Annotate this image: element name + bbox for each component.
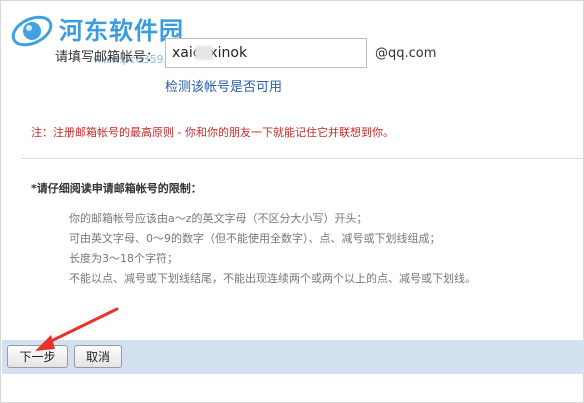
account-row: 请填写邮箱帐号： @qq.com — [55, 38, 455, 70]
next-button[interactable]: 下一步 — [7, 345, 68, 368]
cancel-button[interactable]: 取消 — [74, 345, 122, 368]
rule-item: 你的邮箱帐号应该由a～z的英文字母（不区分大小写）开头； — [69, 212, 368, 225]
orbit-logo-icon — [11, 15, 53, 47]
registration-note: 注：注册邮箱帐号的最高原则 - 你和你的朋友一下就能记住它并联想到你。 — [31, 126, 394, 139]
rule-item: 可由英文字母、0～9的数字（但不能使用全数字）、点、减号或下划线组成； — [69, 232, 441, 245]
rules-title: *请仔细阅读申请邮箱帐号的限制： — [31, 182, 202, 195]
register-mail-page: 河东软件园 www.pc0359.cn 请填写邮箱帐号： @qq.com 检测该… — [0, 0, 584, 403]
check-availability-link[interactable]: 检测该帐号是否可用 — [165, 76, 282, 95]
account-label: 请填写邮箱帐号： — [55, 50, 160, 65]
divider — [21, 158, 583, 159]
rules-list: 你的邮箱帐号应该由a～z的英文字母（不区分大小写）开头； 可由英文字母、0～9的… — [69, 209, 476, 289]
rule-item: 不能以点、减号或下划线结尾，不能出现连续两个或两个以上的点、减号或下划线。 — [69, 272, 476, 285]
footer-bar: 下一步 取消 — [2, 340, 584, 374]
domain-suffix: @qq.com — [375, 46, 437, 61]
account-input[interactable] — [165, 38, 367, 68]
rule-item: 长度为3～18个字符； — [69, 252, 178, 265]
